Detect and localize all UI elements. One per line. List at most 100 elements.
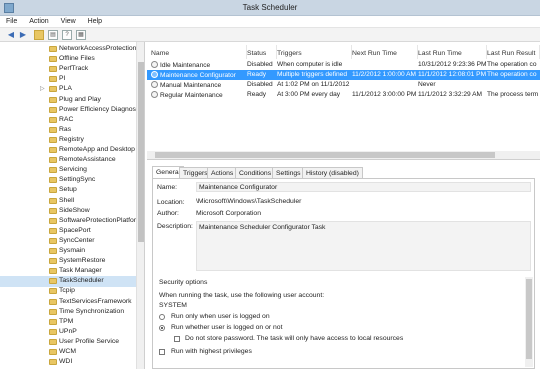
run-whether-logged-on-label[interactable]: Run whether user is logged on or not xyxy=(171,324,282,331)
tree-item[interactable]: NetworkAccessProtection xyxy=(0,44,136,55)
folder-icon xyxy=(49,217,57,224)
folder-icon[interactable] xyxy=(34,30,44,40)
tree-scrollbar[interactable] xyxy=(136,42,144,369)
tree-item[interactable]: TextServicesFramework xyxy=(0,297,136,308)
task-row[interactable]: Regular Maintenance Ready At 3:00 PM every… xyxy=(147,90,540,100)
tree-item[interactable]: Registry xyxy=(0,135,136,146)
tree-item[interactable]: RAC xyxy=(0,115,136,126)
folder-icon xyxy=(49,96,57,103)
tree-item[interactable]: Plug and Play xyxy=(0,95,136,106)
tree-item[interactable]: PerfTrack xyxy=(0,64,136,75)
run-only-logged-on-radio[interactable] xyxy=(159,314,165,320)
column-header-status[interactable]: Status xyxy=(247,45,277,59)
detail-scrollbar[interactable] xyxy=(525,277,533,367)
tree-item[interactable]: Task Manager xyxy=(0,266,136,277)
task-row[interactable]: Maintenance Configurator Ready Multiple tr… xyxy=(147,70,540,80)
detail-scrollbar-thumb[interactable] xyxy=(526,279,532,359)
tab-actions[interactable]: Actions xyxy=(207,167,238,178)
run-whether-logged-on-radio[interactable] xyxy=(159,325,165,331)
tree-item[interactable]: ▷ PLA xyxy=(0,84,136,95)
tree-item[interactable]: Offline Files xyxy=(0,54,136,65)
run-only-logged-on-label[interactable]: Run only when user is logged on xyxy=(171,313,270,320)
tree-item-label: Task Manager xyxy=(59,267,102,275)
task-triggers-text: At 1:02 PM on 11/1/2012 xyxy=(277,81,350,88)
security-options-heading: Security options xyxy=(159,279,208,286)
task-last-cell: 11/1/2012 3:32:29 AM xyxy=(418,91,487,98)
tree-item[interactable]: UPnP xyxy=(0,327,136,338)
tab-history[interactable]: History (disabled) xyxy=(302,167,363,178)
window-title: Task Scheduler xyxy=(242,3,298,12)
description-field[interactable]: Maintenance Scheduler Configurator Task xyxy=(196,221,531,271)
tree-item[interactable]: WCM xyxy=(0,347,136,358)
task-next-cell: 11/1/2012 3:00:00 PM xyxy=(352,91,418,98)
help-icon[interactable]: ? xyxy=(62,30,72,40)
tree-item[interactable]: Ras xyxy=(0,125,136,136)
task-result-cell: The operation co xyxy=(487,71,540,78)
toolbar: ◀ ▶ ▤ ? ▦ xyxy=(0,28,540,42)
task-row[interactable]: Manual Maintenance Disabled At 1:02 PM on … xyxy=(147,80,540,90)
tree-item[interactable]: WDI xyxy=(0,357,136,368)
tree-item[interactable]: Time Synchronization xyxy=(0,307,136,318)
back-arrow-icon[interactable]: ◀ xyxy=(6,30,16,40)
task-status-text: Ready xyxy=(247,91,267,98)
do-not-store-password-checkbox[interactable] xyxy=(174,336,180,342)
folder-icon xyxy=(49,56,57,63)
column-header-name[interactable]: Name xyxy=(151,45,247,59)
menu-action[interactable]: Action xyxy=(23,16,48,25)
tree-item-label: Registry xyxy=(59,135,84,143)
tree-item-label: WDI xyxy=(59,358,73,366)
menu-view[interactable]: View xyxy=(55,16,76,25)
do-not-store-password-label[interactable]: Do not store password. The task will onl… xyxy=(185,335,403,342)
tree-item-label: PI xyxy=(59,75,66,83)
tree-item[interactable]: TaskScheduler xyxy=(0,276,136,287)
menu-file[interactable]: File xyxy=(0,16,17,25)
column-header-triggers[interactable]: Triggers xyxy=(277,45,352,59)
tree-item[interactable]: PI xyxy=(0,74,136,85)
properties-icon[interactable]: ▤ xyxy=(48,30,58,40)
column-header-next-run[interactable]: Next Run Time xyxy=(352,45,418,59)
tree-item[interactable]: User Profile Service xyxy=(0,337,136,348)
tree-item[interactable]: SoftwareProtectionPlatforr xyxy=(0,216,136,227)
tree-item[interactable]: SystemRestore xyxy=(0,256,136,267)
expand-arrow-icon[interactable]: ▷ xyxy=(40,85,45,92)
tree-item[interactable]: Tcpip xyxy=(0,286,136,297)
task-last-cell: 11/1/2012 12:08:01 PM xyxy=(418,71,487,78)
highest-privileges-label[interactable]: Run with highest privileges xyxy=(171,348,252,355)
forward-arrow-icon[interactable]: ▶ xyxy=(18,30,28,40)
folder-icon xyxy=(49,157,57,164)
task-list-hscrollbar[interactable] xyxy=(147,151,540,159)
tree-item[interactable]: RemoteApp and Desktop C xyxy=(0,145,136,156)
console-icon[interactable]: ▦ xyxy=(76,30,86,40)
tab-settings[interactable]: Settings xyxy=(272,167,305,178)
folder-icon xyxy=(49,268,57,275)
task-row[interactable]: Idle Maintenance Disabled When computer is… xyxy=(147,60,540,70)
tree-item[interactable]: SettingSync xyxy=(0,175,136,186)
folder-icon xyxy=(49,46,57,52)
task-next-cell: 11/2/2012 1:00:00 AM xyxy=(352,71,418,78)
tree-item[interactable]: Servicing xyxy=(0,165,136,176)
column-header-last-result[interactable]: Last Run Result xyxy=(487,45,540,59)
tree-item[interactable]: SpacePort xyxy=(0,226,136,237)
tree-item[interactable]: Power Efficiency Diagnosti xyxy=(0,105,136,116)
tree-item[interactable]: RemoteAssistance xyxy=(0,155,136,166)
task-status-cell: Ready xyxy=(247,91,277,98)
highest-privileges-checkbox[interactable] xyxy=(159,349,165,355)
task-name-cell: Manual Maintenance xyxy=(151,81,247,89)
tree-item[interactable]: Sysmain xyxy=(0,246,136,257)
folder-icon xyxy=(49,227,57,234)
task-clock-icon xyxy=(151,71,158,78)
menu-bar: File Action View Help xyxy=(0,16,540,28)
tree-scrollbar-thumb[interactable] xyxy=(138,62,144,242)
tree-item-label: RemoteAssistance xyxy=(59,156,116,164)
name-field[interactable]: Maintenance Configurator xyxy=(196,182,531,192)
task-triggers-cell: When computer is idle xyxy=(277,61,352,68)
task-list-hscrollbar-thumb[interactable] xyxy=(155,152,495,158)
tree-item[interactable]: SyncCenter xyxy=(0,236,136,247)
tree-item[interactable]: SideShow xyxy=(0,206,136,217)
tree-item[interactable]: TPM xyxy=(0,317,136,328)
tree-item[interactable]: Shell xyxy=(0,196,136,207)
column-header-last-run[interactable]: Last Run Time xyxy=(418,45,487,59)
tree-item[interactable]: Setup xyxy=(0,185,136,196)
tab-conditions[interactable]: Conditions xyxy=(235,167,276,178)
menu-help[interactable]: Help xyxy=(82,16,102,25)
